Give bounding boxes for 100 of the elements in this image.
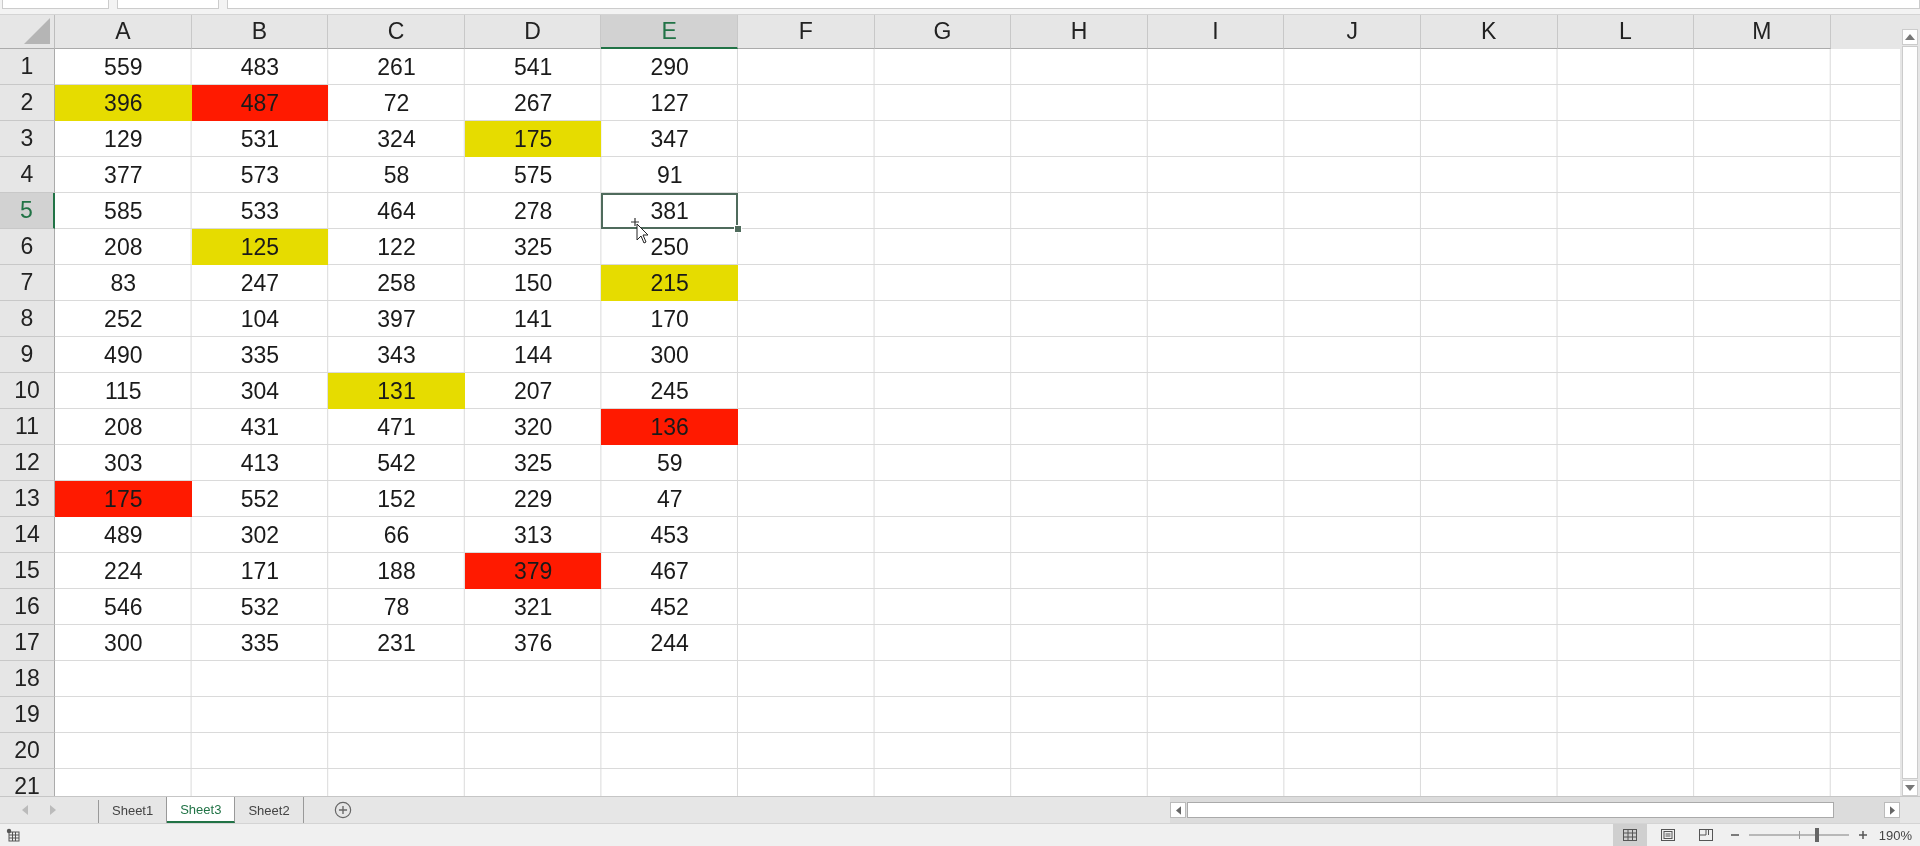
column-header[interactable]: H [1011,15,1148,49]
column-header[interactable]: F [737,15,875,49]
table-cell[interactable]: 431 [191,409,329,445]
row-header[interactable]: 4 [0,157,55,193]
table-cell[interactable]: 267 [464,85,602,121]
table-cell[interactable]: 175 [55,481,192,517]
column-header[interactable]: M [1694,15,1831,49]
scroll-up-icon[interactable] [1905,34,1915,40]
row-header[interactable]: 6 [0,229,55,265]
table-cell[interactable]: 208 [55,229,192,265]
table-cell[interactable]: 300 [601,337,738,373]
table-cell[interactable]: 532 [191,589,329,625]
table-cell[interactable]: 66 [328,517,465,553]
table-cell[interactable]: 247 [191,265,329,301]
column-header[interactable]: B [191,15,329,49]
table-cell[interactable]: 72 [328,85,465,121]
table-cell[interactable]: 78 [328,589,465,625]
row-header[interactable]: 8 [0,301,55,337]
table-cell[interactable]: 188 [328,553,465,589]
table-cell[interactable]: 453 [601,517,738,553]
row-header[interactable]: 18 [0,661,55,697]
table-cell[interactable]: 115 [55,373,192,409]
table-cell[interactable]: 464 [328,193,465,229]
row-header[interactable]: 2 [0,85,55,121]
row-header[interactable]: 20 [0,733,55,769]
table-cell[interactable]: 533 [191,193,329,229]
table-cell[interactable]: 396 [55,85,192,121]
table-cell[interactable]: 150 [464,265,602,301]
column-header[interactable]: G [874,15,1012,49]
table-cell[interactable]: 546 [55,589,192,625]
table-cell[interactable]: 303 [55,445,192,481]
slider-thumb[interactable] [1815,828,1820,842]
table-cell[interactable]: 224 [55,553,192,589]
row-header[interactable]: 9 [0,337,55,373]
table-cell[interactable]: 290 [601,49,738,85]
table-cell[interactable]: 335 [191,625,329,661]
table-cell[interactable]: 122 [328,229,465,265]
table-cell[interactable]: 541 [464,49,602,85]
table-cell[interactable]: 304 [191,373,329,409]
row-header[interactable]: 3 [0,121,55,157]
column-header[interactable]: D [464,15,602,49]
table-cell[interactable]: 144 [464,337,602,373]
table-cell[interactable]: 489 [55,517,192,553]
table-cell[interactable]: 207 [464,373,602,409]
row-header[interactable]: 14 [0,517,55,553]
table-cell[interactable]: 129 [55,121,192,157]
table-cell[interactable]: 131 [328,373,465,409]
row-header[interactable]: 7 [0,265,55,301]
table-cell[interactable]: 171 [191,553,329,589]
table-cell[interactable]: 170 [601,301,738,337]
row-header[interactable]: 16 [0,589,55,625]
table-cell[interactable]: 300 [55,625,192,661]
column-header[interactable]: K [1420,15,1558,49]
table-cell[interactable]: 471 [328,409,465,445]
zoom-level[interactable]: 190% [1878,827,1912,843]
table-cell[interactable]: 127 [601,85,738,121]
add-sheet-icon[interactable] [333,801,352,819]
table-cell[interactable]: 559 [55,49,192,85]
sheet-tab[interactable]: Sheet3 [167,797,236,823]
scroll-down-icon[interactable] [1905,785,1915,791]
column-header[interactable]: L [1557,15,1695,49]
row-header[interactable]: 11 [0,409,55,445]
table-cell[interactable]: 585 [55,193,192,229]
table-cell[interactable]: 320 [464,409,602,445]
table-cell[interactable]: 324 [328,121,465,157]
table-cell[interactable]: 141 [464,301,602,337]
table-cell[interactable]: 278 [464,193,602,229]
table-cell[interactable]: 104 [191,301,329,337]
table-cell[interactable]: 452 [601,589,738,625]
table-cell[interactable]: 302 [191,517,329,553]
table-cell[interactable]: 261 [328,49,465,85]
table-cell[interactable]: 325 [464,445,602,481]
table-cell[interactable]: 531 [191,121,329,157]
scrollbar-thumb[interactable] [1187,802,1834,818]
table-cell[interactable]: 91 [601,157,738,193]
column-header[interactable]: I [1147,15,1285,49]
table-cell[interactable]: 487 [191,85,329,121]
row-header[interactable]: 13 [0,481,55,517]
table-cell[interactable]: 252 [55,301,192,337]
table-cell[interactable]: 397 [328,301,465,337]
table-cell[interactable]: 335 [191,337,329,373]
normal-view-button[interactable] [1612,824,1647,846]
row-header[interactable]: 5 [0,193,55,229]
table-cell[interactable]: 376 [464,625,602,661]
table-cell[interactable]: 245 [601,373,738,409]
table-cell[interactable]: 377 [55,157,192,193]
table-cell[interactable]: 343 [328,337,465,373]
table-cell[interactable]: 244 [601,625,738,661]
table-cell[interactable]: 250 [601,229,738,265]
scroll-right-icon[interactable] [1889,805,1895,815]
table-cell[interactable]: 125 [191,229,329,265]
scrollbar-thumb[interactable] [1902,46,1918,779]
column-header[interactable]: E [601,15,738,49]
table-cell[interactable]: 575 [464,157,602,193]
row-header[interactable]: 19 [0,697,55,733]
table-cell[interactable]: 321 [464,589,602,625]
table-cell[interactable]: 573 [191,157,329,193]
horizontal-scrollbar[interactable] [1170,797,1900,823]
table-cell[interactable]: 58 [328,157,465,193]
table-cell[interactable]: 83 [55,265,192,301]
